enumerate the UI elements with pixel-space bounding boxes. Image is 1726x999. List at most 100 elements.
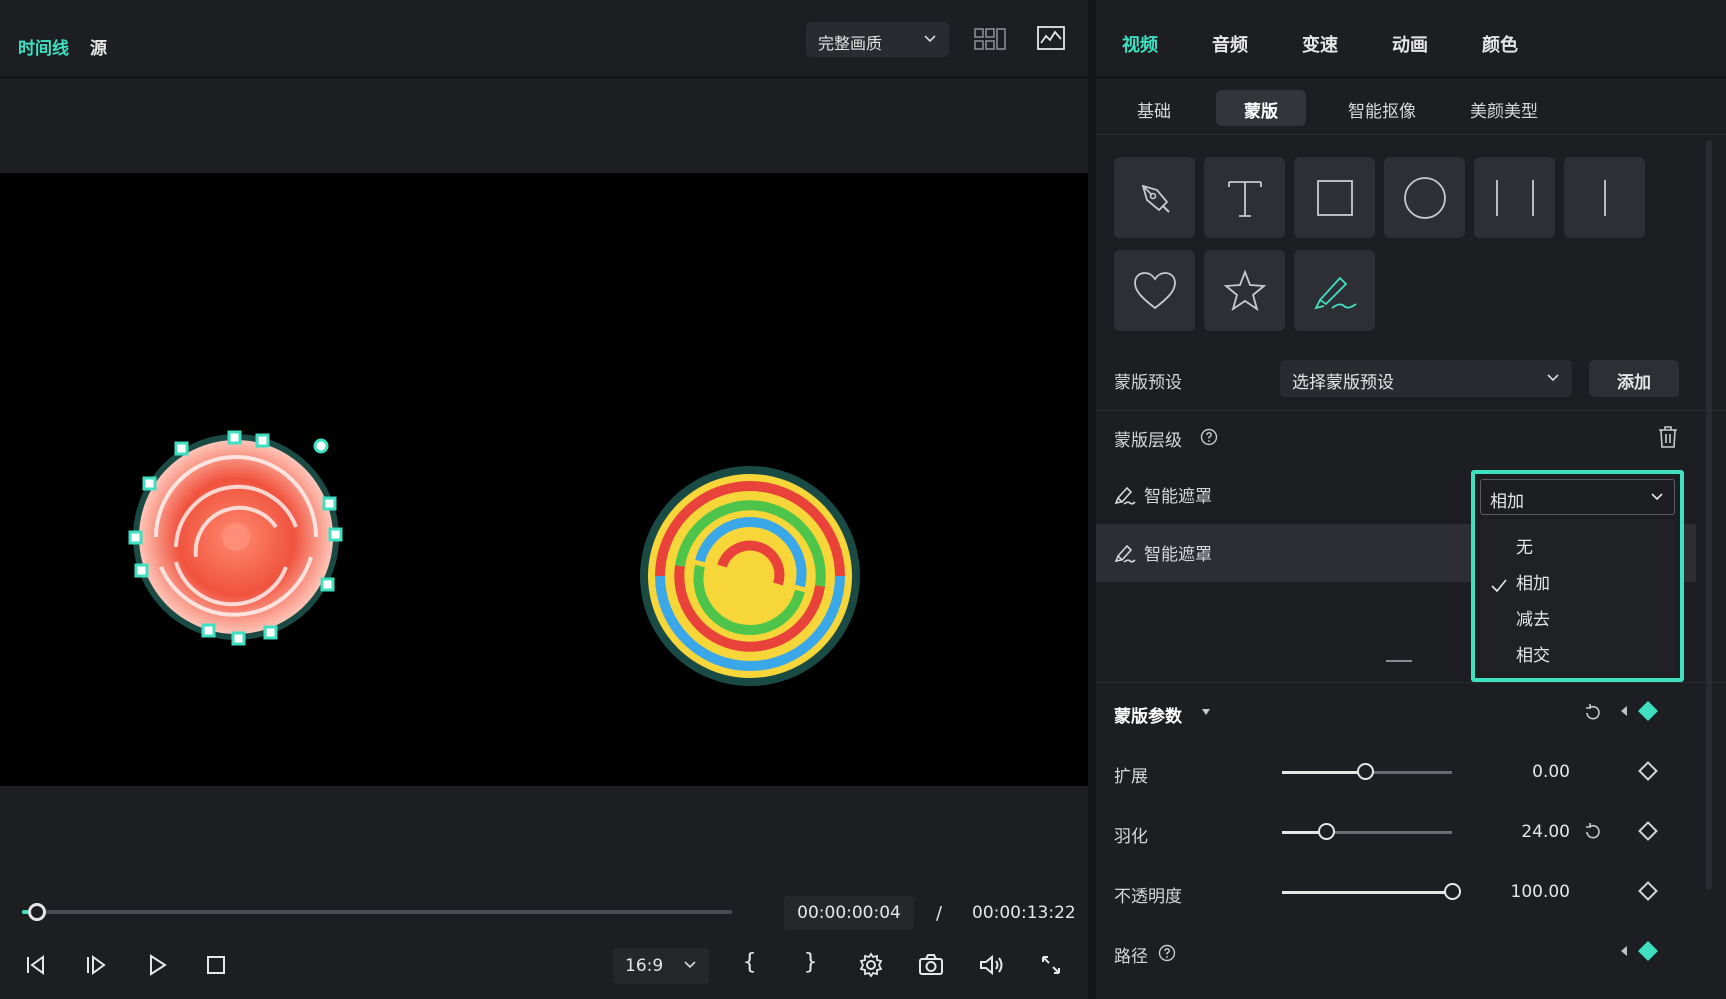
opacity-value[interactable]: 100.00 (1460, 882, 1570, 902)
panel-scrollbar[interactable] (1706, 140, 1712, 890)
stop-icon (207, 956, 225, 974)
add-preset-button[interactable]: 添加 (1589, 360, 1679, 397)
volume-button[interactable] (976, 950, 1006, 980)
keyframe-icon[interactable] (1638, 701, 1658, 721)
time-separator: / (936, 903, 943, 924)
properties-panel: 视频 音频 变速 动画 颜色 基础 蒙版 智能抠像 美颜美型 蒙版预设 选择蒙版… (1096, 0, 1726, 999)
smart-brush-icon (1114, 544, 1136, 563)
next-frame-button[interactable] (81, 950, 111, 980)
current-time[interactable]: 00:00:00:04 (784, 896, 914, 930)
total-time: 00:00:13:22 (972, 903, 1076, 923)
grid-view-icon[interactable] (974, 26, 1006, 52)
prev-keyframe-icon[interactable] (1621, 706, 1627, 716)
chevron-down-icon (684, 961, 696, 969)
keyframe-icon[interactable] (1638, 881, 1658, 901)
render-settings-button[interactable] (856, 950, 886, 980)
play-button[interactable] (142, 950, 172, 980)
panel-divider[interactable] (1088, 0, 1096, 999)
aspect-ratio-select[interactable]: 16:9 (613, 948, 709, 984)
mark-in-button[interactable]: { (743, 950, 756, 975)
mask-shape-pen[interactable] (1114, 157, 1195, 238)
caret-down-icon[interactable] (1200, 707, 1212, 717)
mask-shape-smart-brush[interactable] (1294, 250, 1375, 331)
mask-shape-single-line[interactable] (1564, 157, 1645, 238)
mask-params-title: 蒙版参数 (1114, 707, 1182, 727)
subtab-smart-cutout[interactable]: 智能抠像 (1326, 90, 1438, 126)
mask-layer-item-1[interactable]: 智能遮罩 (1096, 468, 1466, 520)
video-viewer[interactable] (0, 173, 1088, 786)
expand-icon (1042, 956, 1060, 974)
blend-option-subtract[interactable]: 减去 (1516, 605, 1550, 630)
subtab-mask[interactable]: 蒙版 (1216, 90, 1306, 126)
smart-brush-icon (1114, 486, 1136, 505)
mask-shape-heart[interactable] (1114, 250, 1195, 331)
red-lollipop (133, 434, 339, 640)
opacity-slider-thumb[interactable] (1443, 883, 1461, 900)
help-icon[interactable] (1200, 428, 1218, 446)
drag-handle[interactable] (1386, 660, 1412, 662)
star-icon (1223, 268, 1266, 311)
mask-preset-select[interactable]: 选择蒙版预设 (1280, 360, 1572, 397)
rainbow-lollipop (640, 466, 860, 686)
fullscreen-button[interactable] (1036, 950, 1066, 980)
scrubber-handle[interactable] (28, 903, 46, 921)
feather-slider-thumb[interactable] (1317, 823, 1335, 840)
blend-option-none[interactable]: 无 (1516, 533, 1533, 558)
mask-layer-label: 智能遮罩 (1144, 545, 1212, 565)
mask-layer-label: 智能遮罩 (1144, 487, 1212, 507)
tab-audio[interactable]: 音频 (1212, 31, 1248, 57)
single-line-icon (1603, 179, 1606, 216)
quality-select[interactable]: 完整画质 (806, 22, 949, 57)
preview-header: 时间线 源 完整画质 (0, 0, 1088, 78)
reset-icon[interactable] (1582, 821, 1604, 843)
feather-value[interactable]: 24.00 (1460, 822, 1570, 842)
waveform-icon[interactable] (1036, 24, 1066, 52)
mask-preset-label: 蒙版预设 (1114, 373, 1182, 393)
mask-shape-double-line[interactable] (1474, 157, 1555, 238)
mask-layers-title: 蒙版层级 (1114, 431, 1182, 451)
playback-scrubber[interactable] (22, 910, 732, 914)
previous-frame-button[interactable] (20, 950, 50, 980)
property-tabs: 视频 音频 变速 动画 颜色 (1096, 0, 1726, 78)
subtab-beauty[interactable]: 美颜美型 (1448, 90, 1560, 126)
tab-video[interactable]: 视频 (1122, 31, 1158, 57)
reset-icon[interactable] (1582, 702, 1604, 724)
trash-icon[interactable] (1657, 425, 1679, 449)
blend-mode-value: 相加 (1490, 492, 1524, 512)
tab-animation[interactable]: 动画 (1392, 31, 1428, 57)
mark-out-button[interactable]: } (804, 950, 817, 975)
chevron-down-icon (1651, 493, 1663, 501)
section-divider (1096, 410, 1726, 411)
tab-speed[interactable]: 变速 (1302, 31, 1338, 57)
tab-color[interactable]: 颜色 (1482, 31, 1518, 57)
stop-button[interactable] (201, 950, 231, 980)
blend-option-intersect[interactable]: 相交 (1516, 641, 1550, 666)
expand-label: 扩展 (1114, 767, 1148, 787)
gear-icon (859, 952, 883, 978)
quality-value: 完整画质 (818, 34, 883, 53)
mask-shape-star[interactable] (1204, 250, 1285, 331)
chevron-down-icon (1547, 374, 1559, 382)
expand-value[interactable]: 0.00 (1460, 762, 1570, 782)
help-icon[interactable] (1158, 944, 1176, 962)
prev-keyframe-icon[interactable] (1621, 946, 1627, 956)
blend-mode-dropdown-highlight: 相加 无 相加 减去 相交 (1471, 470, 1684, 682)
mask-shape-circle[interactable] (1384, 157, 1465, 238)
expand-slider-thumb[interactable] (1356, 763, 1374, 780)
mask-shape-rectangle[interactable] (1294, 157, 1375, 238)
keyframe-icon[interactable] (1638, 761, 1658, 781)
blend-mode-select[interactable]: 相加 (1480, 479, 1675, 515)
mask-shape-text[interactable] (1204, 157, 1285, 238)
prev-frame-icon (27, 955, 44, 975)
tab-timeline[interactable]: 时间线 (18, 34, 69, 59)
expand-slider-fill (1282, 771, 1366, 774)
snapshot-button[interactable] (916, 950, 946, 980)
keyframe-icon[interactable] (1638, 821, 1658, 841)
viewer-canvas (128, 430, 860, 686)
keyframe-icon[interactable] (1638, 941, 1658, 961)
subtab-basic[interactable]: 基础 (1116, 90, 1192, 126)
blend-option-add[interactable]: 相加 (1516, 569, 1550, 594)
tab-source[interactable]: 源 (90, 34, 107, 59)
opacity-slider-fill (1282, 891, 1452, 894)
aspect-ratio-value: 16:9 (625, 956, 664, 976)
